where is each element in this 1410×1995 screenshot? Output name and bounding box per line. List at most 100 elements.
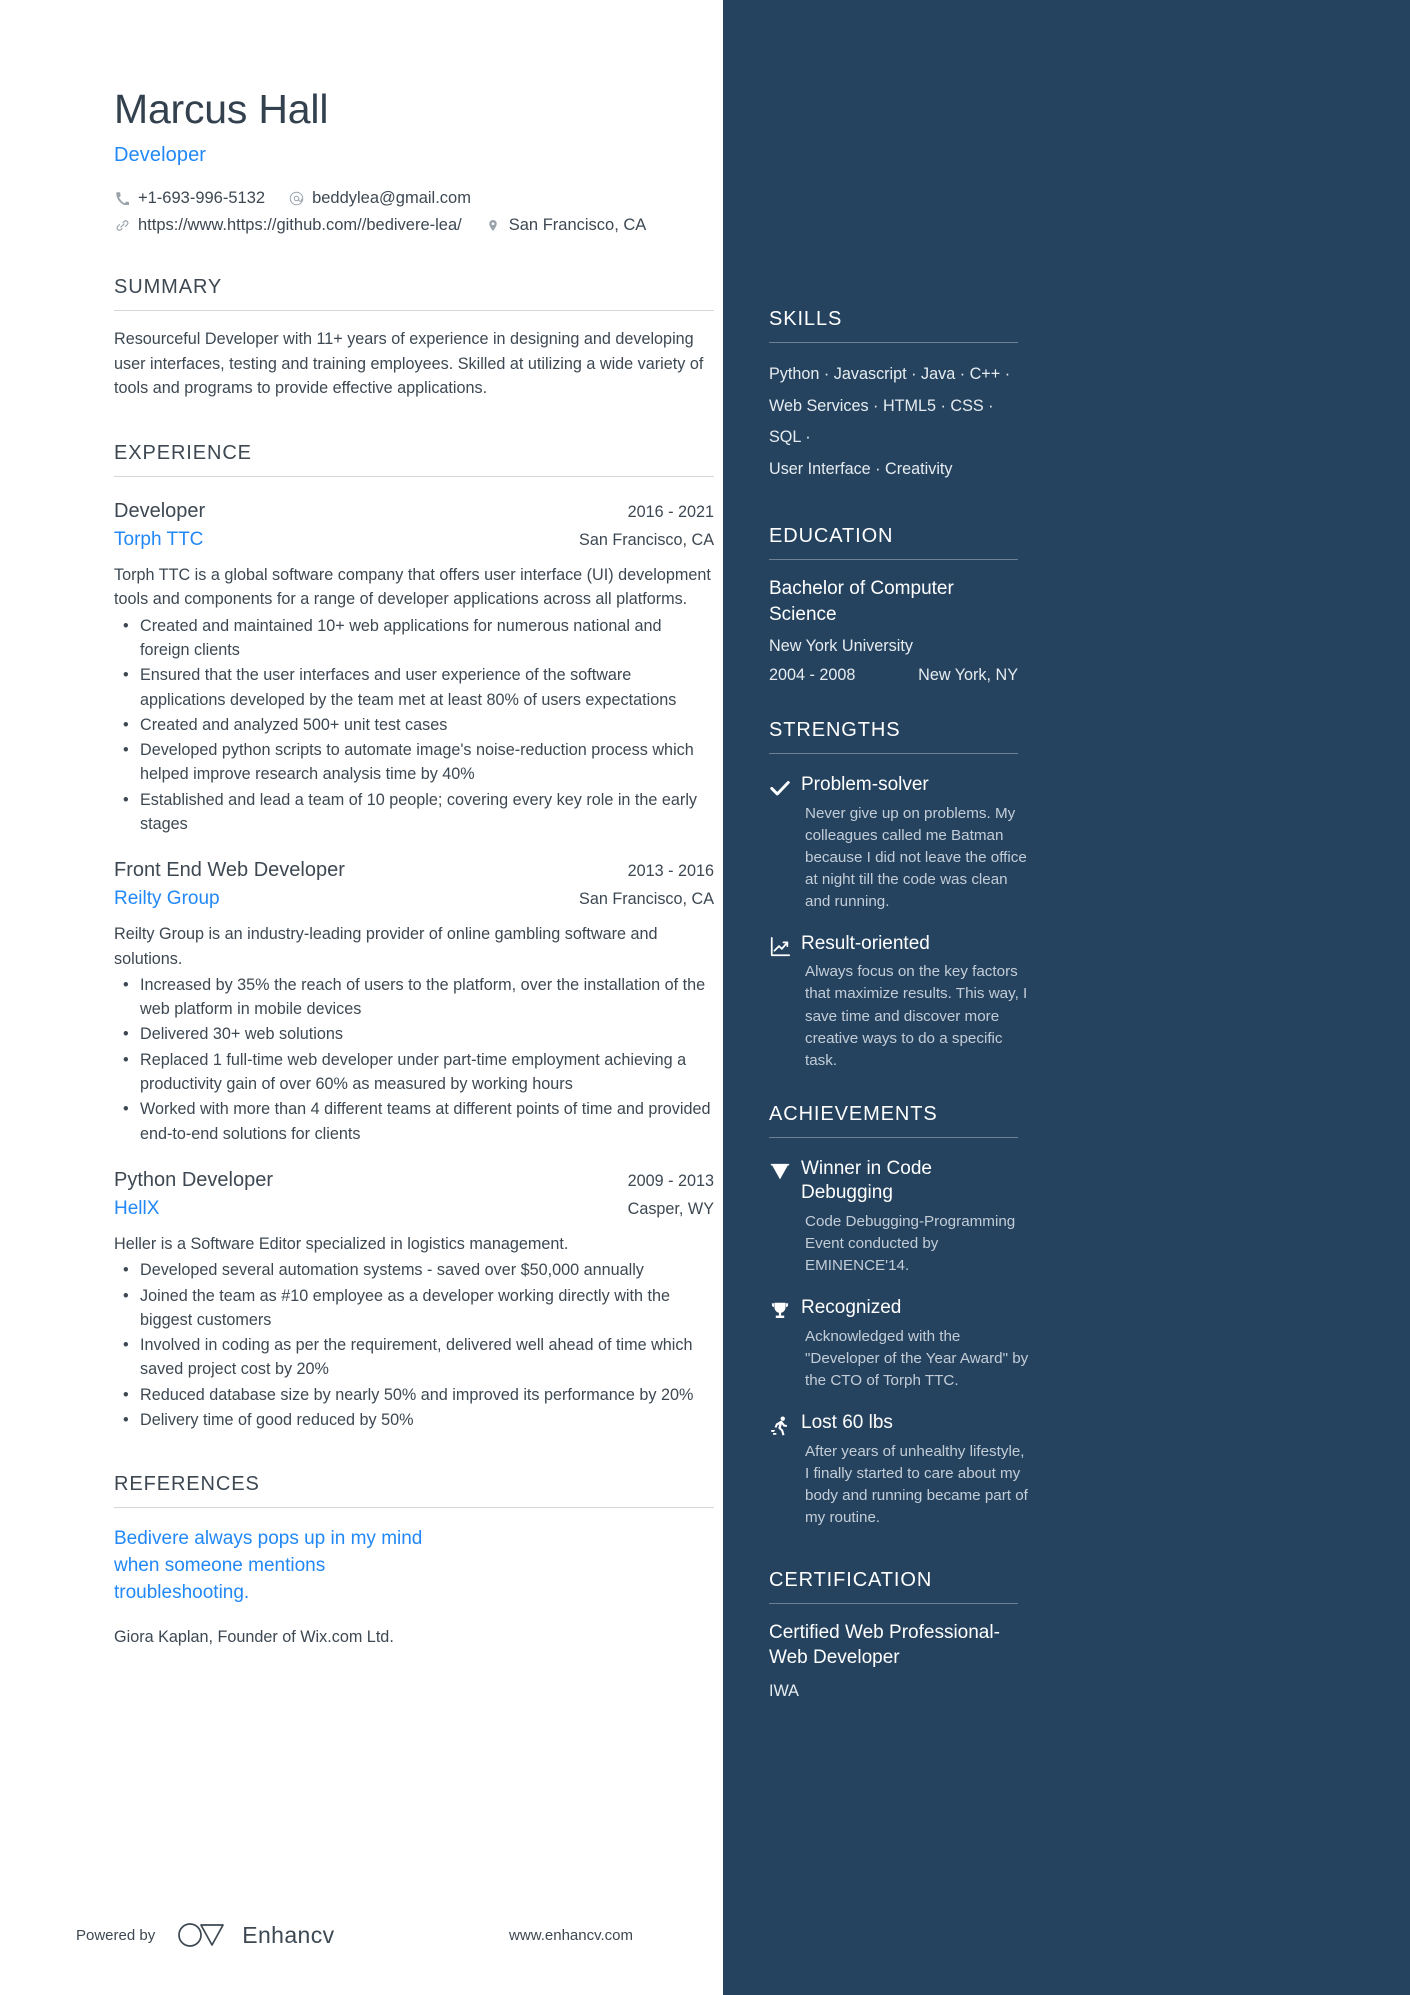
enhancv-logo[interactable]: Enhancv (177, 1922, 334, 1949)
strengths-divider (769, 752, 1018, 754)
contact-location[interactable]: San Francisco, CA (485, 216, 647, 235)
experience-section-title: EXPERIENCE (114, 442, 252, 465)
summary-section-title: SUMMARY (114, 276, 223, 299)
education-date: 2004 - 2008 (769, 665, 856, 684)
certification-section-title: CERTIFICATION (769, 1568, 933, 1591)
contact-email-text: beddylea@gmail.com (312, 189, 471, 208)
skills-section: SKILLS Python · Javascript · Java · C++ … (769, 308, 1018, 485)
experience-divider (114, 476, 714, 478)
certification-name: Certified Web Professional-Web Developer (769, 1621, 1000, 1668)
email-icon (288, 191, 305, 206)
page-title: Marcus Hall (114, 86, 329, 132)
job-title: Front End Web Developer (114, 859, 345, 882)
experience-section: EXPERIENCE Developer 2016 - 2021 Torph T… (114, 442, 714, 1433)
main-column: Marcus Hall Developer +1-693-996-5132 be… (0, 0, 723, 1995)
footer-brand-block: Powered by Enhancv (76, 1922, 335, 1949)
references-section: REFERENCES Bedivere always pops up in my… (114, 1473, 714, 1649)
contact-email[interactable]: beddylea@gmail.com (288, 189, 471, 208)
job-title: Developer (114, 500, 206, 523)
achievements-section: ACHIEVEMENTS Winner in Code Debugging Co… (769, 1102, 1028, 1529)
job-description: Torph TTC is a global software company t… (114, 566, 711, 609)
job-bullet: Replaced 1 full-time web developer under… (114, 1048, 714, 1097)
job-date: 2016 - 2021 (627, 503, 714, 522)
achievement-item: Lost 60 lbs After years of unhealthy lif… (769, 1411, 1029, 1529)
job-bullet: Developed several automation systems - s… (114, 1258, 714, 1283)
strengths-section-title: STRENGTHS (769, 718, 901, 741)
experience-item: Python Developer 2009 - 2013 HellX Caspe… (114, 1169, 714, 1433)
education-section: EDUCATION Bachelor of Computer Science N… (769, 525, 1018, 685)
achievement-description: Code Debugging-Programming Event conduct… (805, 1212, 1016, 1275)
references-section-title: REFERENCES (114, 1473, 260, 1496)
experience-company-row: Torph TTC San Francisco, CA (114, 529, 714, 551)
strength-item: Result-oriented Always focus on the key … (769, 932, 1029, 1072)
strengths-section: STRENGTHS Problem-solver Never give up o… (769, 718, 1027, 1072)
education-location: New York, NY (918, 665, 1018, 684)
references-divider (114, 1507, 714, 1509)
job-date: 2013 - 2016 (627, 862, 714, 881)
certification-divider (769, 1602, 1018, 1604)
contact-line-1: +1-693-996-5132 beddylea@gmail.com (114, 189, 723, 208)
experience-item: Front End Web Developer 2013 - 2016 Reil… (114, 859, 714, 1146)
achievement-item: Recognized Acknowledged with the "Develo… (769, 1296, 1029, 1392)
reference-quote: Bedivere always pops up in my mind when … (114, 1528, 423, 1604)
certification-issuer: IWA (769, 1682, 799, 1701)
achievement-body: Recognized Acknowledged with the "Develo… (801, 1296, 1029, 1392)
skills-line: User Interface · Creativity (769, 459, 953, 478)
education-meta-row: 2004 - 2008 New York, NY (769, 666, 1018, 685)
reference-author: Giora Kaplan, Founder of Wix.com Ltd. (114, 1628, 394, 1647)
strength-title: Result-oriented (801, 932, 930, 954)
contact-website[interactable]: https://www.https://github.com//bedivere… (114, 216, 462, 235)
job-bullet: Delivery time of good reduced by 50% (114, 1408, 714, 1433)
job-bullet: Ensured that the user interfaces and use… (114, 663, 714, 712)
strength-body: Result-oriented Always focus on the key … (801, 932, 1029, 1072)
phone-icon (114, 192, 131, 206)
contact-location-text: San Francisco, CA (508, 216, 647, 235)
job-role-subtitle: Developer (114, 144, 207, 167)
summary-text: Resourceful Developer with 11+ years of … (114, 330, 704, 398)
trophy-icon (769, 1296, 801, 1392)
resume-page: Marcus Hall Developer +1-693-996-5132 be… (0, 0, 1410, 1995)
strength-title: Problem-solver (801, 773, 929, 795)
achievement-title: Lost 60 lbs (801, 1411, 893, 1433)
contact-line-2: https://www.https://github.com//bedivere… (114, 216, 723, 235)
contact-phone-text: +1-693-996-5132 (138, 189, 266, 208)
achievement-description: Acknowledged with the "Developer of the … (805, 1327, 1029, 1389)
skills-line: Python · Javascript · Java · C++ · (769, 365, 1011, 383)
footer-url[interactable]: www.enhancv.com (509, 1927, 633, 1944)
job-bullet: Joined the team as #10 employee as a dev… (114, 1284, 714, 1333)
skills-divider (769, 342, 1018, 343)
experience-company-row: Reilty Group San Francisco, CA (114, 888, 714, 910)
achievement-item: Winner in Code Debugging Code Debugging-… (769, 1157, 1029, 1277)
job-location: Casper, WY (627, 1199, 714, 1218)
check-icon (769, 773, 801, 913)
strength-description: Always focus on the key factors that max… (805, 963, 1028, 1069)
skills-line: Web Services · HTML5 · CSS · SQL · (769, 396, 994, 447)
job-bullet: Established and lead a team of 10 people… (114, 788, 714, 837)
job-bullet: Created and analyzed 500+ unit test case… (114, 713, 714, 738)
experience-header-row: Python Developer 2009 - 2013 (114, 1169, 714, 1192)
job-company[interactable]: Torph TTC (114, 529, 203, 551)
job-bullet-list: Developed several automation systems - s… (114, 1258, 714, 1432)
experience-header-row: Developer 2016 - 2021 (114, 500, 714, 523)
job-bullet-list: Increased by 35% the reach of users to t… (114, 973, 714, 1146)
experience-item: Developer 2016 - 2021 Torph TTC San Fran… (114, 500, 714, 836)
strength-body: Problem-solver Never give up on problems… (801, 773, 1029, 913)
trend-up-chart-icon (769, 932, 801, 1072)
job-bullet-list: Created and maintained 10+ web applicati… (114, 614, 714, 837)
job-date: 2009 - 2013 (627, 1171, 714, 1190)
job-company[interactable]: Reilty Group (114, 888, 220, 910)
job-description: Heller is a Software Editor specialized … (114, 1234, 569, 1253)
job-bullet: Developed python scripts to automate ima… (114, 738, 714, 787)
achievement-title: Winner in Code Debugging (801, 1157, 932, 1204)
job-location: San Francisco, CA (579, 531, 714, 550)
location-icon (485, 218, 502, 233)
education-school: New York University (769, 636, 913, 655)
education-divider (769, 559, 1018, 561)
skills-list: Python · Javascript · Java · C++ · Web S… (769, 359, 1018, 485)
enhancv-wordmark: Enhancv (242, 1921, 335, 1948)
education-degree: Bachelor of Computer Science (769, 578, 954, 625)
contact-phone[interactable]: +1-693-996-5132 (114, 189, 265, 208)
job-company[interactable]: HellX (114, 1198, 159, 1220)
job-bullet: Reduced database size by nearly 50% and … (114, 1383, 714, 1408)
achievements-section-title: ACHIEVEMENTS (769, 1102, 938, 1125)
